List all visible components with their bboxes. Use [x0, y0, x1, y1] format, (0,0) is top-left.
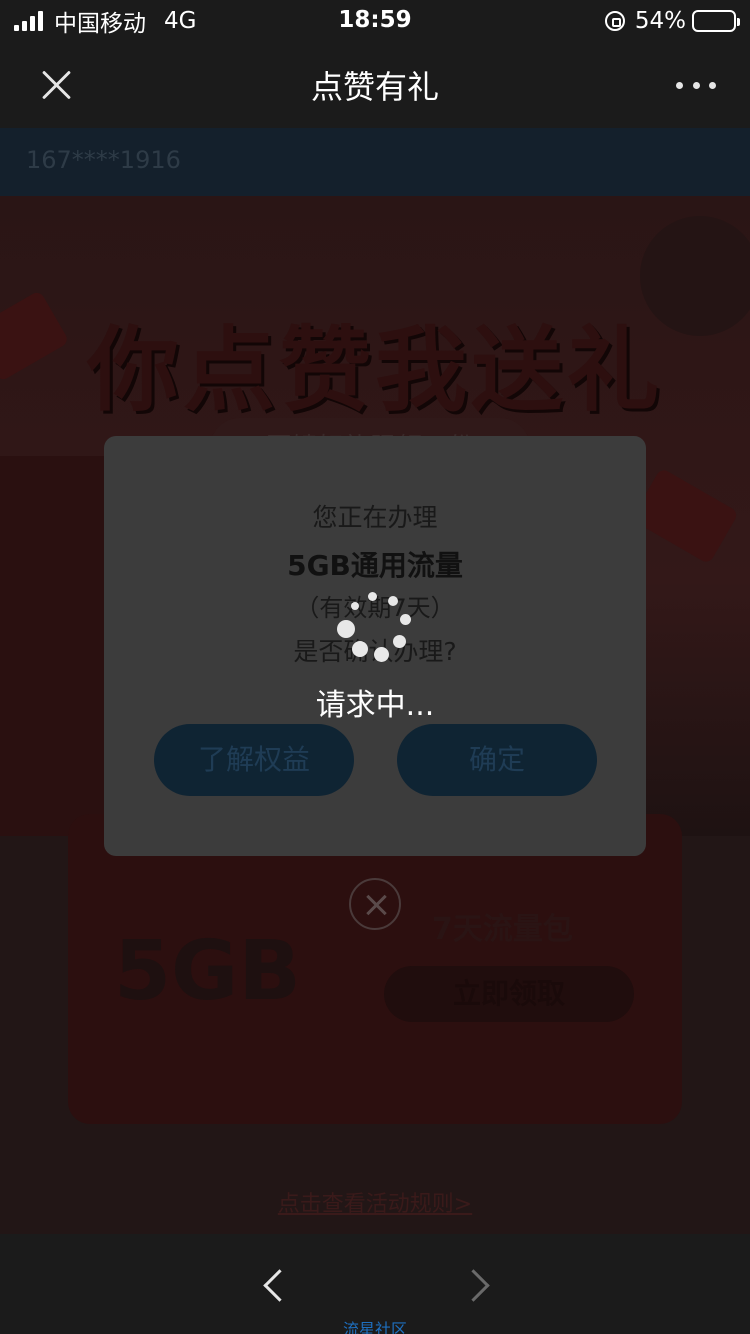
- spinner-dot: [400, 614, 411, 625]
- status-left: 中国移动 4G: [14, 7, 197, 37]
- spinner-dot: [337, 620, 355, 638]
- loading-text: 请求中...: [315, 688, 435, 723]
- battery-percent: 54%: [634, 8, 686, 34]
- hero-title: 你点赞我送礼: [86, 317, 663, 424]
- toolbar-caption: 流星社区: [342, 1320, 407, 1334]
- forward-arrow-icon[interactable]: [462, 1266, 492, 1306]
- spinner-dot: [388, 596, 398, 606]
- status-right: 54%: [604, 7, 740, 35]
- decoration-curtain: [0, 456, 110, 836]
- confirm-button[interactable]: 确定: [397, 724, 597, 796]
- offer-card: 5GB 7天流量包 立即领取: [68, 814, 682, 1124]
- claim-button[interactable]: 立即领取: [384, 966, 634, 1022]
- loading-spinner-icon: [330, 586, 420, 666]
- nav-bar: 点赞有礼: [0, 42, 750, 128]
- dialog-product: 5GB通用流量: [287, 549, 463, 582]
- carrier-name: 中国移动: [54, 11, 146, 37]
- rules-link[interactable]: 点击查看活动规则>: [0, 1186, 750, 1218]
- dismiss-close-icon[interactable]: [349, 878, 401, 930]
- spinner-dot: [393, 635, 406, 648]
- spinner-dot: [351, 602, 359, 610]
- rotation-lock-icon: [604, 11, 625, 31]
- more-options-icon[interactable]: [676, 72, 716, 98]
- spinner-dot: [368, 592, 377, 601]
- account-bar: 167****1916: [0, 128, 750, 196]
- network-type: 4G: [164, 8, 197, 34]
- spinner-dot: [352, 641, 368, 657]
- offer-amount: 5GB: [114, 924, 301, 1019]
- signal-icon: [14, 11, 46, 31]
- learn-benefits-button[interactable]: 了解权益: [154, 724, 354, 796]
- dialog-intro: 您正在办理: [312, 503, 438, 532]
- account-number: 167****1916: [26, 146, 181, 174]
- bottom-toolbar: 流星社区: [0, 1234, 750, 1334]
- back-arrow-icon[interactable]: [258, 1266, 288, 1306]
- offer-package: 7天流量包: [432, 912, 573, 947]
- decoration-envelope: [631, 467, 739, 565]
- spinner-dot: [374, 647, 389, 662]
- battery-icon: [692, 10, 740, 32]
- status-bar: 中国移动 4G 18:59 54%: [0, 0, 750, 42]
- page-title: 点赞有礼: [310, 68, 439, 106]
